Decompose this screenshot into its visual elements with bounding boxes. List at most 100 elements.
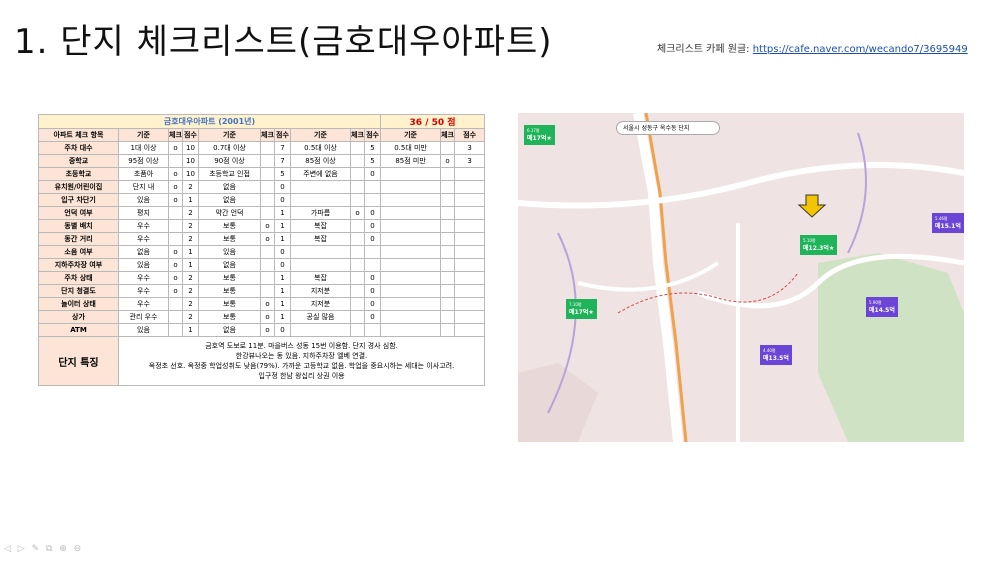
cell (260, 154, 275, 168)
table-row: 언덕 여부 평지 2 약간 언덕 1 가파름 o 0 (38, 206, 486, 220)
cell (454, 258, 486, 272)
map-pin-3[interactable]: 5.46평 매15.1억 (932, 213, 964, 233)
slide-toolbar[interactable]: ◁ ▷ ✎ ⧉ ⊕ ⊖ (4, 544, 83, 554)
table-row: 중학교 95점 이상 10 90점 이상 7 85점 이상 5 85점 미만 o 3 (38, 154, 486, 168)
cell: 0 (363, 284, 382, 298)
cell: 있음 (118, 193, 169, 207)
feature-text: 금호역 도보로 11분. 마을버스 성동 15번 이용함. 단지 경사 심함. 한… (117, 336, 486, 386)
map-pin-6[interactable]: 4.40평매13.5억 (760, 345, 792, 365)
row-item-label: ATM (38, 323, 119, 337)
cell: 기준 (290, 128, 351, 142)
cell (350, 245, 365, 259)
cell (440, 141, 456, 155)
table-row: 동별 배치 우수 2 보통 o 1 복잡 0 (38, 219, 486, 233)
feature-line: 입구정 한남 왕십리 상권 이용 (258, 372, 345, 380)
cell: 1대 이상 (118, 141, 169, 155)
cell: 관리 우수 (118, 310, 169, 324)
map-pin-2[interactable]: 5.10평 매12.3억★ (800, 235, 838, 255)
cell (260, 167, 275, 181)
cell: 있음 (118, 258, 169, 272)
row-item-label: 입구 차단기 (38, 193, 119, 207)
cell (454, 323, 486, 337)
cell: 0.5대 미만 (380, 141, 442, 155)
cell (168, 154, 183, 168)
cell: 3 (454, 141, 486, 155)
cell: 0 (363, 310, 382, 324)
cell: 7 (274, 141, 291, 155)
cell: 7 (274, 154, 291, 168)
cell: 체크 (440, 128, 456, 142)
cell: 0 (363, 219, 382, 233)
cell: 2 (182, 297, 199, 311)
cell: 10 (182, 154, 199, 168)
map-canvas (518, 113, 964, 442)
cell: o (260, 297, 275, 311)
cell (168, 297, 183, 311)
source-link[interactable]: https://cafe.naver.com/wecando7/3695949 (753, 44, 968, 55)
cell (350, 297, 365, 311)
cell: 2 (182, 219, 199, 233)
cell (380, 271, 442, 285)
cell: 공실 많음 (290, 310, 351, 324)
cell: 85점 이상 (290, 154, 351, 168)
cell: 점수 (274, 128, 291, 142)
table-row: 단지 청결도 우수 o 2 보통 1 지저분 0 (38, 284, 486, 298)
cell (380, 258, 442, 272)
cell (350, 310, 365, 324)
cell: 1 (274, 310, 291, 324)
cell: 1 (182, 193, 199, 207)
cell: 있음 (118, 323, 169, 337)
feature-line: 금호역 도보로 11분. 마을버스 성동 15번 이용함. 단지 경사 심함. (205, 342, 398, 350)
cell: o (260, 232, 275, 246)
feature-row: 단지 특징 금호역 도보로 11분. 마을버스 성동 15번 이용함. 단지 경사… (38, 336, 486, 386)
cell (350, 154, 365, 168)
row-item-label: 유치원/어린이집 (38, 180, 119, 194)
cell: 체크 (168, 128, 183, 142)
cell: 0 (363, 167, 382, 181)
map-search-box[interactable]: 서울시 성동구 옥수동 단지 (616, 121, 720, 135)
map-pin-1[interactable]: 6.17평 매17억★ (524, 125, 555, 145)
pin-area: 7.10평 (569, 302, 582, 307)
row-item-label: 동별 배치 (38, 219, 119, 233)
table-row: 상가 관리 우수 2 보통 o 1 공실 많음 0 (38, 310, 486, 324)
cell: 0 (274, 193, 291, 207)
cell: 기준 (380, 128, 442, 142)
table-row: 주차 대수 1대 이상 o 10 0.7대 이상 7 0.5대 이상 5 0.5대 미만 3 (38, 141, 486, 155)
pin-price: 매13.5억 (763, 355, 789, 362)
cell: 90점 이상 (198, 154, 261, 168)
cell (440, 232, 456, 246)
cell (380, 180, 442, 194)
cell: 0 (274, 245, 291, 259)
cell (440, 284, 456, 298)
cell (260, 206, 275, 220)
cell: 0 (363, 297, 382, 311)
row-item-label: 아파트 체크 항목 (38, 128, 119, 142)
cell (380, 310, 442, 324)
cell: 보통 (198, 297, 261, 311)
cell (350, 193, 365, 207)
row-item-label: 소음 여부 (38, 245, 119, 259)
cell (350, 258, 365, 272)
cell: 복잡 (290, 232, 351, 246)
map-panel[interactable]: 서울시 성동구 옥수동 단지 6.17평 매17억★ 5.10평 매12.3억★ 5.4… (518, 113, 964, 442)
cell (440, 180, 456, 194)
pin-area: 4.40평 (763, 348, 776, 353)
cell (440, 167, 456, 181)
cell: o (168, 245, 183, 259)
cell (260, 284, 275, 298)
cell (168, 219, 183, 233)
pin-area: 5.10평 (803, 238, 816, 243)
pin-area: 6.17평 (527, 128, 540, 133)
cell (440, 193, 456, 207)
feature-line: 한강뷰나오는 동 있음. 지하주차장 엘베 연결. (235, 352, 368, 360)
cell: 보통 (198, 232, 261, 246)
cell (440, 206, 456, 220)
cell: 단지 내 (118, 180, 169, 194)
cell: 약간 언덕 (198, 206, 261, 220)
map-pin-5[interactable]: 5.90평 매14.5억 (866, 297, 898, 317)
cell (363, 258, 382, 272)
map-pin-4[interactable]: 7.10평매17억★ (566, 299, 597, 319)
cell: 1 (274, 271, 291, 285)
pin-price: 매17억★ (569, 309, 594, 316)
cell: 85점 미만 (380, 154, 442, 168)
